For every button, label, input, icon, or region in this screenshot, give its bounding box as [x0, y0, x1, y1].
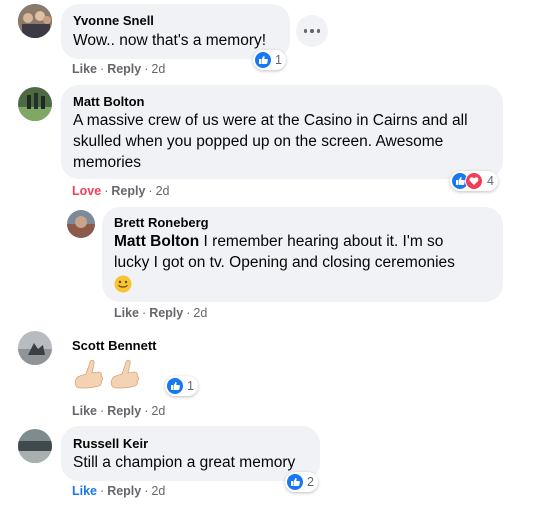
- separator: ·: [100, 62, 105, 76]
- avatar-scott-bennett[interactable]: [18, 331, 52, 365]
- like-icon: [287, 474, 303, 490]
- separator: ·: [148, 184, 153, 198]
- comment-text-line: A massive crew of us were at the Casino …: [73, 112, 468, 129]
- comment-text-line: skulled when you popped up on the screen…: [73, 133, 444, 150]
- reaction-count: 2: [307, 475, 314, 489]
- comment-text: A massive crew of us were at the Casino …: [73, 110, 498, 173]
- comment-author[interactable]: Scott Bennett: [72, 338, 157, 353]
- separator: ·: [186, 306, 191, 320]
- comment-author[interactable]: Russell Keir: [73, 436, 148, 451]
- comment-actions: Like · Reply · 2d: [72, 484, 165, 498]
- dot: [303, 29, 308, 33]
- comment-author[interactable]: Brett Roneberg: [114, 215, 209, 230]
- sticker-call-me-hands: [72, 356, 148, 394]
- separator: ·: [104, 184, 109, 198]
- avatar-brett-roneberg[interactable]: [67, 210, 95, 238]
- reaction-count: 4: [487, 174, 494, 188]
- like-button[interactable]: Like: [72, 62, 97, 76]
- comment-text-fragment: I remember hearing about it. I'm so: [199, 233, 444, 250]
- dot: [310, 29, 314, 33]
- avatar-russell-keir[interactable]: [18, 429, 52, 463]
- like-button[interactable]: Like: [72, 484, 97, 498]
- comment-actions: Like · Reply · 2d: [72, 404, 165, 418]
- smile-emoji: [114, 275, 132, 293]
- comment-text: Still a champion a great memory: [73, 454, 296, 471]
- avatar-photo: [67, 210, 95, 238]
- comment-text: Wow.. now that's a memory!: [73, 32, 267, 49]
- like-icon: [255, 52, 271, 68]
- reaction-summary[interactable]: 1: [165, 376, 198, 396]
- avatar-photo: [18, 331, 52, 365]
- reaction-count: 1: [275, 53, 282, 67]
- more-options-button[interactable]: [296, 15, 328, 47]
- reply-button[interactable]: Reply: [111, 184, 145, 198]
- reaction-count: 1: [187, 379, 194, 393]
- separator: ·: [142, 306, 147, 320]
- reply-button[interactable]: Reply: [107, 404, 141, 418]
- comment-text-line: Matt Bolton I remember hearing about it.…: [114, 231, 499, 252]
- timestamp[interactable]: 2d: [151, 62, 165, 76]
- avatar-photo: [18, 429, 52, 463]
- reply-button[interactable]: Reply: [107, 484, 141, 498]
- avatar-yvonne-snell[interactable]: [18, 4, 52, 38]
- reply-button[interactable]: Reply: [149, 306, 183, 320]
- timestamp[interactable]: 2d: [151, 484, 165, 498]
- reaction-summary[interactable]: 1: [253, 50, 286, 70]
- timestamp[interactable]: 2d: [151, 404, 165, 418]
- separator: ·: [144, 62, 149, 76]
- separator: ·: [144, 404, 149, 418]
- call-me-hand-emoji: [74, 359, 139, 389]
- reaction-summary[interactable]: 2: [285, 472, 318, 492]
- avatar-photo: [18, 4, 52, 38]
- love-icon: [465, 172, 483, 190]
- comment-text-line: memories: [73, 154, 142, 171]
- timestamp[interactable]: 2d: [193, 306, 207, 320]
- reply-button[interactable]: Reply: [107, 62, 141, 76]
- avatar-photo: [18, 87, 52, 121]
- avatar-matt-bolton[interactable]: [18, 87, 52, 121]
- comment-text-line: [114, 273, 499, 294]
- comment-actions: Like · Reply · 2d: [114, 306, 207, 320]
- like-button[interactable]: Like: [72, 404, 97, 418]
- like-icon: [167, 378, 183, 394]
- like-button[interactable]: Like: [114, 306, 139, 320]
- mention-link[interactable]: Matt Bolton: [114, 233, 199, 250]
- separator: ·: [100, 404, 105, 418]
- comment-text-line: lucky I got on tv. Opening and closing c…: [114, 254, 455, 271]
- separator: ·: [144, 484, 149, 498]
- dot: [316, 29, 321, 33]
- comment-actions: Love · Reply · 2d: [72, 184, 169, 198]
- separator: ·: [100, 484, 105, 498]
- timestamp[interactable]: 2d: [156, 184, 170, 198]
- comment-text: Matt Bolton I remember hearing about it.…: [114, 231, 499, 294]
- comment-author[interactable]: Matt Bolton: [73, 94, 144, 109]
- reaction-summary[interactable]: 4: [450, 171, 498, 191]
- comment-actions: Like · Reply · 2d: [72, 62, 165, 76]
- love-button[interactable]: Love: [72, 184, 101, 198]
- comment-author[interactable]: Yvonne Snell: [73, 13, 154, 28]
